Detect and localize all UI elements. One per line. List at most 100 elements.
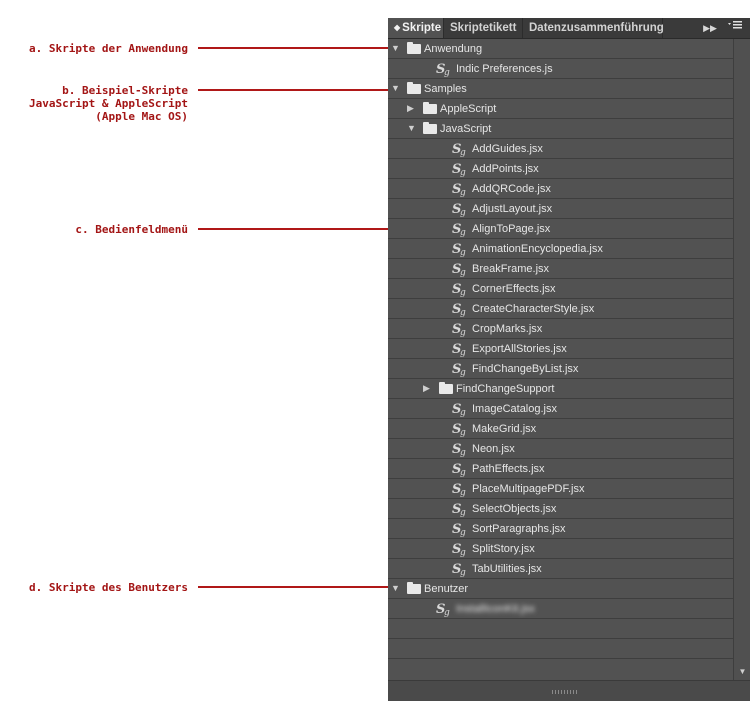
- script-icon: Sg: [452, 181, 470, 198]
- tree-script-row[interactable]: Sg AddPoints.jsx: [388, 159, 733, 179]
- vertical-scrollbar[interactable]: ▼: [733, 39, 750, 680]
- tree-item-label: AddPoints.jsx: [472, 163, 539, 175]
- script-icon: Sg: [452, 221, 470, 238]
- tree-folder-row[interactable]: ▼ JavaScript: [388, 119, 733, 139]
- svg-text:g: g: [460, 528, 466, 537]
- tree-script-row[interactable]: Sg AddGuides.jsx: [388, 139, 733, 159]
- panel-menu-icon[interactable]: [725, 19, 745, 37]
- tree-script-row[interactable]: Sg ExportAllStories.jsx: [388, 339, 733, 359]
- tab-reorder-arrows-icon: ◆: [394, 23, 401, 32]
- tree-folder-row[interactable]: ▼ Samples: [388, 79, 733, 99]
- folder-icon: [439, 382, 453, 394]
- disclosure-collapsed-icon[interactable]: ▶: [407, 99, 414, 118]
- svg-text:g: g: [460, 428, 466, 437]
- tree-script-row[interactable]: Sg PlaceMultipagePDF.jsx: [388, 479, 733, 499]
- leader-line-d: [198, 586, 400, 588]
- svg-text:g: g: [460, 168, 466, 177]
- tree-script-row[interactable]: Sg TabUtilities.jsx: [388, 559, 733, 579]
- svg-text:g: g: [444, 68, 450, 77]
- script-icon: Sg: [452, 281, 470, 298]
- script-icon: Sg: [452, 561, 470, 578]
- tree-item-label: AnimationEncyclopedia.jsx: [472, 243, 603, 255]
- svg-text:g: g: [460, 248, 466, 257]
- script-icon: Sg: [452, 501, 470, 518]
- svg-text:g: g: [444, 608, 450, 617]
- annotation-b: b. Beispiel-Skripte JavaScript & AppleSc…: [10, 84, 188, 123]
- tree-script-row[interactable]: Sg AdjustLayout.jsx: [388, 199, 733, 219]
- resize-grip-icon[interactable]: [552, 690, 578, 694]
- svg-text:g: g: [460, 288, 466, 297]
- leader-line-a: [198, 47, 400, 49]
- script-icon: Sg: [436, 601, 454, 618]
- tree-item-label: SplitStory.jsx: [472, 543, 535, 555]
- tree-item-label: AddGuides.jsx: [472, 143, 543, 155]
- tab-data-merge[interactable]: Datenzusammenführung: [523, 18, 664, 38]
- tab-scripts[interactable]: ◆ Skripte: [388, 18, 444, 38]
- tree-item-label: SelectObjects.jsx: [472, 503, 557, 515]
- tree-script-row[interactable]: Sg InstallIconKit.jsx: [388, 599, 733, 619]
- tree-script-row[interactable]: Sg Indic Preferences.js: [388, 59, 733, 79]
- tab-scripts-label: Skripte: [402, 22, 442, 34]
- tree-script-row[interactable]: Sg BreakFrame.jsx: [388, 259, 733, 279]
- tree-item-label: AppleScript: [440, 103, 497, 115]
- disclosure-expanded-icon[interactable]: ▼: [391, 79, 400, 98]
- tree-item-label: CornerEffects.jsx: [472, 283, 556, 295]
- tree-script-row[interactable]: Sg SelectObjects.jsx: [388, 499, 733, 519]
- tree-folder-row[interactable]: ▶ AppleScript: [388, 99, 733, 119]
- annotation-b-line2: JavaScript & AppleScript: [29, 97, 188, 110]
- tree-script-row[interactable]: Sg CornerEffects.jsx: [388, 279, 733, 299]
- script-icon: Sg: [452, 461, 470, 478]
- tree-script-row[interactable]: Sg SplitStory.jsx: [388, 539, 733, 559]
- tree-script-row[interactable]: Sg CropMarks.jsx: [388, 319, 733, 339]
- tree-script-row[interactable]: Sg FindChangeByList.jsx: [388, 359, 733, 379]
- tree-item-label: ExportAllStories.jsx: [472, 343, 567, 355]
- tree-script-row[interactable]: Sg Neon.jsx: [388, 439, 733, 459]
- tree-folder-row[interactable]: ▼ Anwendung: [388, 39, 733, 59]
- disclosure-expanded-icon[interactable]: ▼: [407, 119, 416, 138]
- tree-item-label: PlaceMultipagePDF.jsx: [472, 483, 585, 495]
- script-icon: Sg: [452, 241, 470, 258]
- svg-text:g: g: [460, 188, 466, 197]
- tab-script-label[interactable]: Skriptetikett: [444, 18, 523, 38]
- annotation-d: d. Skripte des Benutzers: [29, 581, 188, 594]
- tree-script-row[interactable]: Sg AlignToPage.jsx: [388, 219, 733, 239]
- disclosure-expanded-icon[interactable]: ▼: [391, 579, 400, 598]
- tree-script-row[interactable]: Sg CreateCharacterStyle.jsx: [388, 299, 733, 319]
- svg-text:g: g: [460, 328, 466, 337]
- tree-script-row[interactable]: Sg ImageCatalog.jsx: [388, 399, 733, 419]
- tree-script-row[interactable]: Sg AddQRCode.jsx: [388, 179, 733, 199]
- double-chevron-right-icon[interactable]: ▶▶: [700, 18, 720, 38]
- script-icon: Sg: [452, 201, 470, 218]
- script-icon: Sg: [452, 441, 470, 458]
- tree-script-row[interactable]: Sg PathEffects.jsx: [388, 459, 733, 479]
- svg-text:g: g: [460, 148, 466, 157]
- folder-icon: [407, 42, 421, 54]
- tree-item-label: PathEffects.jsx: [472, 463, 545, 475]
- svg-text:g: g: [460, 568, 466, 577]
- tree-script-row[interactable]: Sg SortParagraphs.jsx: [388, 519, 733, 539]
- tree-folder-row[interactable]: ▶ FindChangeSupport: [388, 379, 733, 399]
- tree-item-label: BreakFrame.jsx: [472, 263, 550, 275]
- folder-icon: [423, 102, 437, 114]
- svg-text:g: g: [460, 508, 466, 517]
- script-icon: Sg: [452, 481, 470, 498]
- script-icon: Sg: [452, 541, 470, 558]
- disclosure-collapsed-icon[interactable]: ▶: [423, 379, 430, 398]
- scripts-panel: ◆ Skripte Skriptetikett Datenzusammenführ…: [388, 18, 750, 701]
- folder-icon: [423, 122, 437, 134]
- tree-item-label: Benutzer: [424, 583, 469, 595]
- panel-bottom-bar: [388, 680, 750, 701]
- tree-script-row[interactable]: Sg MakeGrid.jsx: [388, 419, 733, 439]
- folder-icon: [407, 82, 421, 94]
- tree-item-label: FindChangeByList.jsx: [472, 363, 579, 375]
- tree-item-label: Samples: [424, 83, 467, 95]
- svg-text:g: g: [460, 368, 466, 377]
- tree-item-label: SortParagraphs.jsx: [472, 523, 566, 535]
- scroll-down-arrow-icon[interactable]: ▼: [734, 664, 750, 680]
- tree-folder-row[interactable]: ▼ Benutzer: [388, 579, 733, 599]
- disclosure-expanded-icon[interactable]: ▼: [391, 39, 400, 58]
- script-icon: Sg: [452, 361, 470, 378]
- tree-script-row[interactable]: Sg AnimationEncyclopedia.jsx: [388, 239, 733, 259]
- annotation-c: c. Bedienfeldmenü: [75, 223, 188, 236]
- svg-text:g: g: [460, 468, 466, 477]
